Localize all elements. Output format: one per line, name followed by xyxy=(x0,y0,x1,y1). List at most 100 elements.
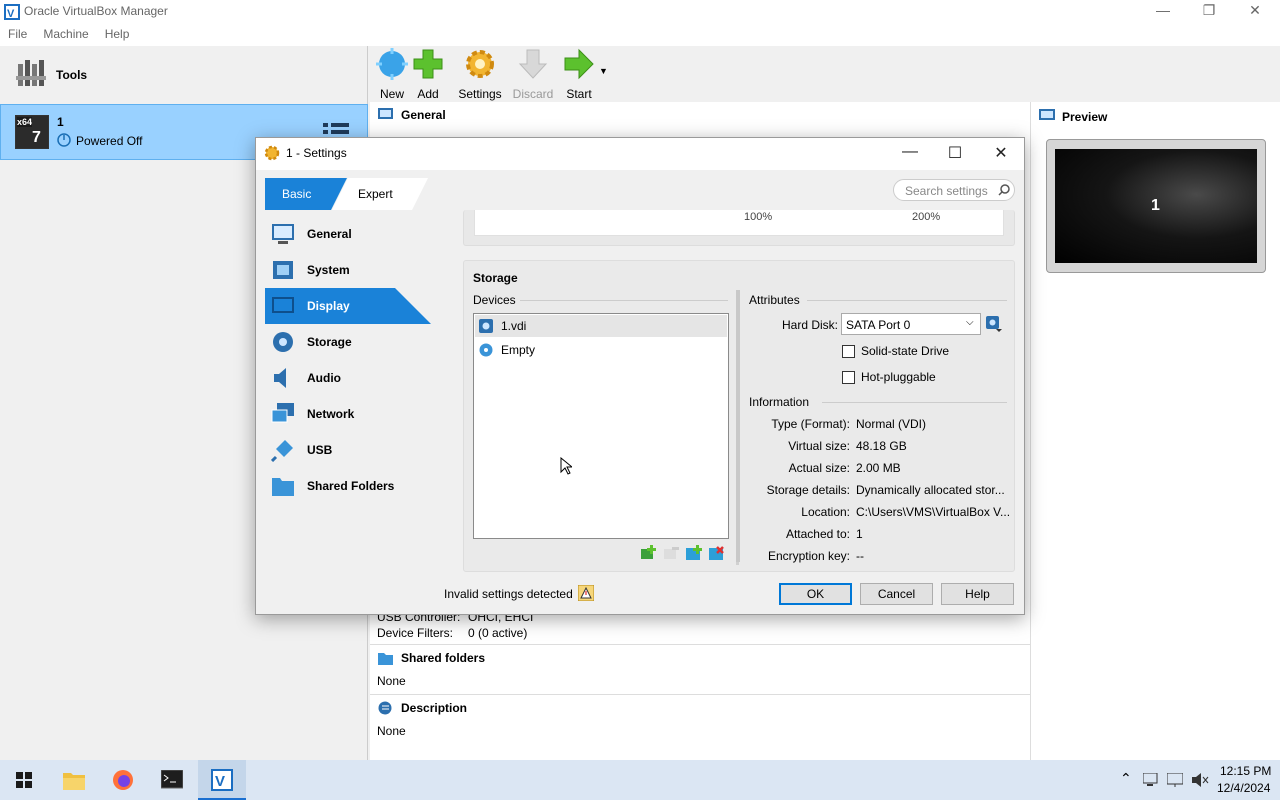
taskbar-virtualbox[interactable]: V xyxy=(198,760,246,800)
attributes-label: Attributes xyxy=(749,293,800,307)
scale-tick-200: 200% xyxy=(912,211,941,223)
mouse-cursor-icon xyxy=(560,457,572,475)
start-dropdown-icon[interactable]: ▼ xyxy=(599,66,608,76)
sidebar-item-storage[interactable]: Storage xyxy=(265,324,431,360)
description-section-header[interactable]: Description xyxy=(370,694,1030,720)
window-titlebar: V Oracle VirtualBox Manager — ❐ ✕ xyxy=(0,0,1280,24)
hotplug-checkbox[interactable]: Hot-pluggable xyxy=(842,370,936,384)
new-label: New xyxy=(379,87,404,101)
sidebar-item-usb[interactable]: USB xyxy=(265,432,431,468)
tray-chevron-up-icon[interactable]: ⌃ xyxy=(1120,770,1132,787)
svg-text:V: V xyxy=(215,773,225,790)
preview-monitor-icon xyxy=(1039,109,1055,120)
information-label: Information xyxy=(749,395,810,409)
ssd-checkbox[interactable]: Solid-state Drive xyxy=(842,344,949,358)
devices-label: Devices xyxy=(473,293,516,307)
svg-text:V: V xyxy=(7,8,15,20)
description-title: Description xyxy=(401,701,468,715)
warning-icon[interactable] xyxy=(578,585,594,601)
devices-divider xyxy=(520,300,728,301)
start-label: Start xyxy=(566,87,592,101)
shared-folders-icon xyxy=(272,478,294,496)
sidebar-item-audio[interactable]: Audio xyxy=(265,360,431,396)
close-window-button[interactable]: ✕ xyxy=(1240,2,1270,22)
firefox-icon xyxy=(113,770,133,790)
tray-network-icon[interactable] xyxy=(1143,773,1159,787)
dialog-maximize-button[interactable]: ☐ xyxy=(933,143,977,165)
sidebar-item-shared-folders[interactable]: Shared Folders xyxy=(265,468,431,504)
window-title: Oracle VirtualBox Manager xyxy=(24,4,168,18)
device-item-empty[interactable]: Empty xyxy=(475,339,727,361)
dialog-titlebar: 1 - Settings — ☐ ✕ xyxy=(256,138,1024,170)
ok-button[interactable]: OK xyxy=(779,583,852,605)
devices-tree[interactable]: 1.vdi Empty xyxy=(473,313,729,539)
add-controller-icon[interactable] xyxy=(640,545,656,561)
vm-os-badge: x64 xyxy=(17,117,33,127)
start-menu-button[interactable] xyxy=(0,760,48,800)
general-section-header[interactable]: General xyxy=(370,102,1030,128)
shared-folders-title: Shared folders xyxy=(401,651,486,665)
preview-title: Preview xyxy=(1062,110,1108,124)
taskbar-terminal[interactable] xyxy=(148,760,196,800)
discard-label: Discard xyxy=(512,87,554,101)
network-icon xyxy=(271,403,294,423)
virtualbox-logo-icon: V xyxy=(4,4,20,20)
taskbar: V ⌃ 12:15 PM 12/4/2024 xyxy=(0,760,1280,800)
start-arrow-icon xyxy=(564,48,594,80)
sidebar-item-general[interactable]: General xyxy=(265,216,431,252)
shared-folders-value: None xyxy=(377,674,406,688)
clock-date[interactable]: 12/4/2024 xyxy=(1217,781,1270,795)
cancel-button[interactable]: Cancel xyxy=(860,583,933,605)
tools-item[interactable]: Tools xyxy=(0,48,368,104)
vm-os-icon: x64 7 xyxy=(15,115,49,149)
menu-file[interactable]: File xyxy=(0,24,35,41)
taskbar-file-explorer[interactable] xyxy=(50,760,98,800)
sidebar-item-system[interactable]: System xyxy=(265,252,431,288)
tray-volume-muted-icon[interactable] xyxy=(1191,772,1209,788)
start-button[interactable]: Start xyxy=(557,48,601,101)
scale-tick-100: 100% xyxy=(744,211,773,223)
dialog-title: 1 - Settings xyxy=(286,146,347,160)
description-value: None xyxy=(377,724,406,738)
menu-help[interactable]: Help xyxy=(97,24,138,41)
hard-disk-label: Hard Disk: xyxy=(782,318,839,332)
tab-expert[interactable]: Expert xyxy=(332,178,428,210)
hard-disk-port-select[interactable]: SATA Port 0 ⌵ xyxy=(841,313,981,335)
vm-state: Powered Off xyxy=(76,134,143,148)
clock-time[interactable]: 12:15 PM xyxy=(1220,764,1271,778)
information-divider xyxy=(822,402,1007,403)
remove-attachment-icon[interactable] xyxy=(709,545,725,561)
settings-label: Settings xyxy=(458,87,502,101)
choose-disk-icon[interactable] xyxy=(985,315,1003,333)
shared-folder-icon xyxy=(378,653,393,665)
add-attachment-icon[interactable] xyxy=(686,545,702,561)
scale-factor-box: 100% 200% xyxy=(463,210,1015,246)
storage-title: Storage xyxy=(473,271,518,285)
taskbar-firefox[interactable] xyxy=(99,760,147,800)
settings-gear-icon xyxy=(466,50,494,78)
add-button[interactable]: Add xyxy=(406,48,450,101)
remove-controller-icon[interactable] xyxy=(663,545,679,561)
new-icon xyxy=(376,48,408,80)
help-button[interactable]: Help xyxy=(941,583,1014,605)
search-settings-input[interactable]: Search settings xyxy=(893,179,1015,201)
menu-machine[interactable]: Machine xyxy=(35,24,96,41)
discard-arrow-icon xyxy=(518,49,548,79)
restore-button[interactable]: ❐ xyxy=(1194,2,1224,22)
device-item-vdi[interactable]: 1.vdi xyxy=(475,315,727,337)
minimize-button[interactable]: — xyxy=(1148,2,1178,22)
shared-folders-section-header[interactable]: Shared folders xyxy=(370,644,1030,670)
display-icon xyxy=(272,297,294,313)
dialog-close-button[interactable]: ✕ xyxy=(979,143,1023,165)
general-icon xyxy=(272,224,294,244)
dialog-minimize-button[interactable]: — xyxy=(888,143,932,165)
discard-button[interactable]: Discard xyxy=(511,48,555,101)
settings-button[interactable]: Settings xyxy=(458,48,502,101)
sidebar-item-display[interactable]: Display xyxy=(265,288,431,324)
system-chip-icon xyxy=(273,261,293,279)
info-row-storage-details: Storage details: Dynamically allocated st… xyxy=(766,483,1005,497)
vm-name: 1 xyxy=(57,115,64,129)
tray-ethernet-icon[interactable] xyxy=(1167,773,1183,787)
sidebar-item-network[interactable]: Network xyxy=(265,396,431,432)
scroll-bar[interactable] xyxy=(736,290,740,562)
